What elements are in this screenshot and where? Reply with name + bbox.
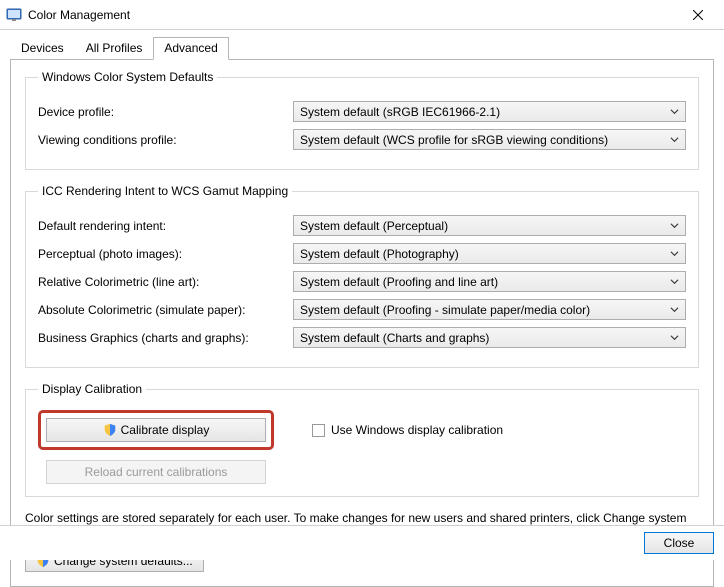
shield-icon — [103, 423, 117, 437]
group-wcs-defaults-legend: Windows Color System Defaults — [38, 70, 217, 84]
content-area: Devices All Profiles Advanced Windows Co… — [0, 30, 724, 587]
business-combo[interactable]: System default (Charts and graphs) — [293, 327, 686, 348]
close-button[interactable] — [678, 1, 718, 29]
group-rendering-intent: ICC Rendering Intent to WCS Gamut Mappin… — [25, 184, 699, 368]
default-intent-value: System default (Perceptual) — [300, 219, 667, 233]
absolute-combo[interactable]: System default (Proofing - simulate pape… — [293, 299, 686, 320]
dialog-button-bar: Close — [0, 525, 724, 560]
perceptual-combo[interactable]: System default (Photography) — [293, 243, 686, 264]
use-windows-calibration-label: Use Windows display calibration — [331, 423, 503, 437]
device-profile-label: Device profile: — [38, 105, 293, 119]
business-label: Business Graphics (charts and graphs): — [38, 331, 293, 345]
chevron-down-icon — [667, 277, 681, 286]
tab-all-profiles[interactable]: All Profiles — [75, 37, 154, 60]
group-wcs-defaults: Windows Color System Defaults Device pro… — [25, 70, 699, 170]
close-dialog-label: Close — [664, 536, 695, 550]
default-intent-label: Default rendering intent: — [38, 219, 293, 233]
window-title: Color Management — [28, 8, 678, 22]
close-icon — [693, 10, 703, 20]
calibrate-display-button[interactable]: Calibrate display — [46, 418, 266, 442]
reload-calibrations-button: Reload current calibrations — [46, 460, 266, 484]
device-profile-combo[interactable]: System default (sRGB IEC61966-2.1) — [293, 101, 686, 122]
group-display-calibration-legend: Display Calibration — [38, 382, 146, 396]
title-bar: Color Management — [0, 0, 724, 30]
perceptual-label: Perceptual (photo images): — [38, 247, 293, 261]
group-rendering-intent-legend: ICC Rendering Intent to WCS Gamut Mappin… — [38, 184, 292, 198]
chevron-down-icon — [667, 107, 681, 116]
absolute-label: Absolute Colorimetric (simulate paper): — [38, 303, 293, 317]
viewing-conditions-combo[interactable]: System default (WCS profile for sRGB vie… — [293, 129, 686, 150]
chevron-down-icon — [667, 305, 681, 314]
close-dialog-button[interactable]: Close — [644, 532, 714, 554]
relative-value: System default (Proofing and line art) — [300, 275, 667, 289]
chevron-down-icon — [667, 249, 681, 258]
calibrate-highlight: Calibrate display — [38, 410, 274, 450]
app-icon — [6, 7, 22, 23]
relative-combo[interactable]: System default (Proofing and line art) — [293, 271, 686, 292]
chevron-down-icon — [667, 221, 681, 230]
default-intent-combo[interactable]: System default (Perceptual) — [293, 215, 686, 236]
chevron-down-icon — [667, 333, 681, 342]
chevron-down-icon — [667, 135, 681, 144]
group-display-calibration: Display Calibration Calibrate display Us… — [25, 382, 699, 497]
absolute-value: System default (Proofing - simulate pape… — [300, 303, 667, 317]
use-windows-calibration-checkbox[interactable]: Use Windows display calibration — [312, 423, 503, 437]
relative-label: Relative Colorimetric (line art): — [38, 275, 293, 289]
checkbox-box — [312, 424, 325, 437]
tab-advanced[interactable]: Advanced — [153, 37, 228, 60]
viewing-conditions-label: Viewing conditions profile: — [38, 133, 293, 147]
viewing-conditions-value: System default (WCS profile for sRGB vie… — [300, 133, 667, 147]
tab-devices[interactable]: Devices — [10, 37, 75, 60]
business-value: System default (Charts and graphs) — [300, 331, 667, 345]
calibrate-display-label: Calibrate display — [121, 423, 210, 437]
tab-panel-advanced: Windows Color System Defaults Device pro… — [10, 59, 714, 587]
tab-strip: Devices All Profiles Advanced — [10, 37, 714, 60]
device-profile-value: System default (sRGB IEC61966-2.1) — [300, 105, 667, 119]
perceptual-value: System default (Photography) — [300, 247, 667, 261]
reload-calibrations-label: Reload current calibrations — [85, 465, 228, 479]
